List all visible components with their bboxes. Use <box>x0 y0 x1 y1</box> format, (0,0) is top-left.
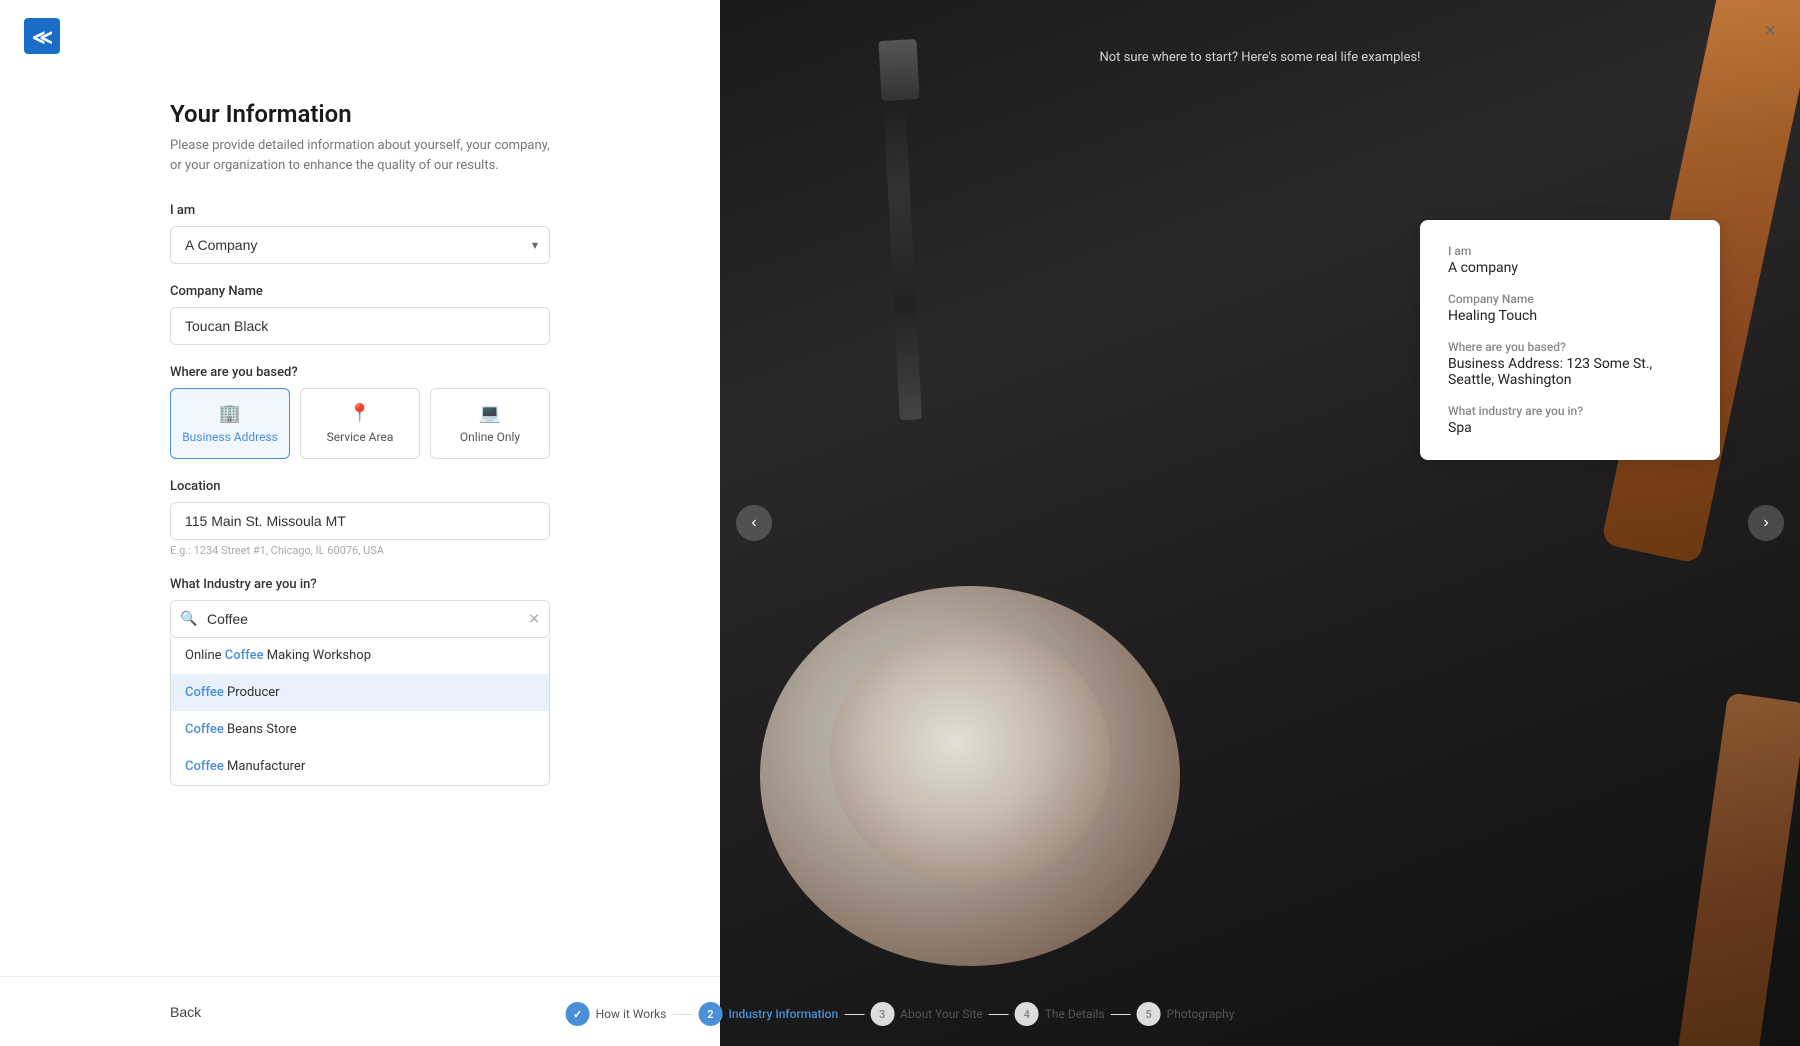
where-based-label: Where are you based? <box>170 365 550 380</box>
info-card-industry-value: Spa <box>1448 420 1692 436</box>
background-image: Not sure where to start? Here's some rea… <box>720 0 1800 1046</box>
step-4-circle: 4 <box>1015 1002 1039 1026</box>
info-card-where-based-value: Business Address: 123 Some St., Seattle,… <box>1448 356 1692 388</box>
step-sep-3 <box>989 1014 1009 1015</box>
step-sep-1 <box>672 1014 692 1015</box>
industry-search-input[interactable] <box>170 600 550 638</box>
where-based-group: Where are you based? 🏢 Business Address … <box>170 365 550 459</box>
info-card-company-label: Company Name <box>1448 292 1692 306</box>
computer-icon: 💻 <box>441 403 539 424</box>
company-name-input[interactable] <box>170 307 550 345</box>
step-3-label: About Your Site <box>900 1007 983 1021</box>
company-name-label: Company Name <box>170 284 550 299</box>
step-5-circle: 5 <box>1137 1002 1161 1026</box>
service-area-label: Service Area <box>327 430 394 444</box>
info-card-i-am: I am A company <box>1448 244 1692 276</box>
dropdown-item-4[interactable]: Coffee Manufacturer <box>171 748 549 785</box>
location-hint: E.g.: 1234 Street #1, Chicago, IL 60076,… <box>170 544 550 557</box>
i-am-select[interactable]: A Company An Individual An Organization <box>170 226 550 264</box>
right-panel: Not sure where to start? Here's some rea… <box>720 0 1800 1046</box>
online-only-option[interactable]: 💻 Online Only <box>430 388 550 459</box>
step-1-label: How it Works <box>596 1007 667 1021</box>
info-card-i-am-value: A company <box>1448 260 1692 276</box>
industry-dropdown: Online Coffee Making Workshop Coffee Pro… <box>170 637 550 786</box>
dropdown-item-3[interactable]: Coffee Beans Store <box>171 711 549 748</box>
industry-search-wrapper: 🔍 ✕ <box>170 600 550 638</box>
steps-bar: ✓ How it Works 2 Industry Information 3 … <box>566 1002 1235 1026</box>
info-card-company: Company Name Healing Touch <box>1448 292 1692 324</box>
back-button[interactable]: Back <box>170 1004 201 1020</box>
i-am-select-wrapper: A Company An Individual An Organization … <box>170 226 550 264</box>
location-label: Location <box>170 479 550 494</box>
info-card-company-value: Healing Touch <box>1448 308 1692 324</box>
dropdown-item-1[interactable]: Online Coffee Making Workshop <box>171 637 549 674</box>
step-5-label: Photography <box>1167 1007 1235 1021</box>
i-am-group: I am A Company An Individual An Organiza… <box>170 203 550 264</box>
step-1: ✓ How it Works <box>566 1002 667 1026</box>
step-3-circle: 3 <box>870 1002 894 1026</box>
carousel-prev-button[interactable]: ‹ <box>736 505 772 541</box>
location-pin-icon: 📍 <box>311 403 409 424</box>
info-card: I am A company Company Name Healing Touc… <box>1420 220 1720 460</box>
info-card-where-based-label: Where are you based? <box>1448 340 1692 354</box>
step-sep-2 <box>844 1014 864 1015</box>
step-sep-4 <box>1111 1014 1131 1015</box>
business-icon: 🏢 <box>181 403 279 424</box>
step-3: 3 About Your Site <box>870 1002 983 1026</box>
info-card-i-am-label: I am <box>1448 244 1692 258</box>
business-address-label: Business Address <box>182 430 278 444</box>
industry-group: What Industry are you in? 🔍 ✕ Online Cof… <box>170 577 550 786</box>
overlay-hint-text: Not sure where to start? Here's some rea… <box>1099 50 1420 65</box>
service-area-option[interactable]: 📍 Service Area <box>300 388 420 459</box>
info-card-industry: What industry are you in? Spa <box>1448 404 1692 436</box>
location-options: 🏢 Business Address 📍 Service Area 💻 Onli… <box>170 388 550 459</box>
close-button[interactable]: × <box>1764 20 1776 43</box>
i-am-label: I am <box>170 203 550 218</box>
form-subtitle: Please provide detailed information abou… <box>170 136 550 175</box>
info-card-where-based: Where are you based? Business Address: 1… <box>1448 340 1692 388</box>
step-4: 4 The Details <box>1015 1002 1105 1026</box>
search-icon: 🔍 <box>180 611 197 627</box>
step-2-circle: 2 <box>698 1002 722 1026</box>
carousel-next-button[interactable]: › <box>1748 505 1784 541</box>
info-card-industry-label: What industry are you in? <box>1448 404 1692 418</box>
step-2: 2 Industry Information <box>698 1002 838 1026</box>
industry-label: What Industry are you in? <box>170 577 550 592</box>
company-name-group: Company Name <box>170 284 550 345</box>
dropdown-item-2[interactable]: Coffee Producer <box>171 674 549 711</box>
step-2-label: Industry Information <box>728 1007 838 1021</box>
step-4-label: The Details <box>1045 1007 1105 1021</box>
clear-search-button[interactable]: ✕ <box>528 611 540 628</box>
step-5: 5 Photography <box>1137 1002 1235 1026</box>
step-1-circle: ✓ <box>566 1002 590 1026</box>
online-only-label: Online Only <box>460 430 520 444</box>
form-title: Your Information <box>170 100 550 128</box>
location-input[interactable] <box>170 502 550 540</box>
left-panel: Your Information Please provide detailed… <box>0 0 720 1046</box>
location-group: Location E.g.: 1234 Street #1, Chicago, … <box>170 479 550 557</box>
business-address-option[interactable]: 🏢 Business Address <box>170 388 290 459</box>
